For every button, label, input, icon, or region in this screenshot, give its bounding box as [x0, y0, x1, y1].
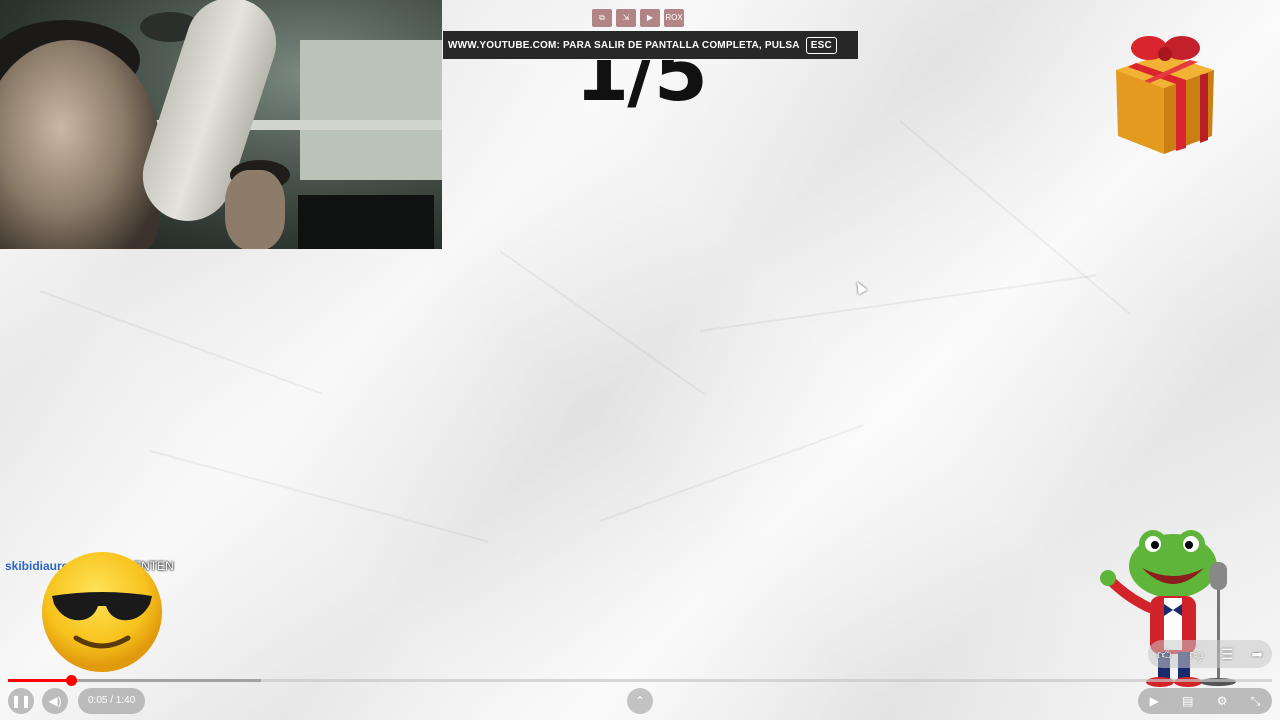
webcam-feed — [0, 0, 442, 249]
paper-crease — [599, 424, 864, 522]
pause-button[interactable]: ❚❚ — [8, 688, 34, 714]
comment-icon[interactable]: ☰ — [1221, 646, 1234, 663]
gift-icon — [1116, 36, 1214, 154]
subtitles-icon[interactable]: ▤ — [1182, 694, 1193, 708]
webcam-monitor — [298, 195, 434, 249]
exit-fullscreen-icon[interactable]: ⤡ — [1251, 694, 1261, 709]
volume-icon: ◀) — [48, 694, 62, 708]
fullscreen-notice: WWW.YOUTUBE.COM: PARA SALIR DE PANTALLA … — [443, 31, 858, 59]
sunglasses-emoji-icon — [42, 552, 162, 672]
autoplay-icon[interactable]: ▶ — [1150, 694, 1159, 708]
share-icon[interactable]: ➦ — [1251, 646, 1263, 663]
chevron-up-icon: ⌃ — [634, 694, 646, 708]
pause-icon: ❚❚ — [10, 694, 32, 708]
window-icon[interactable]: ⇲ — [616, 9, 636, 27]
paper-crease — [39, 290, 323, 395]
paper-crease — [699, 274, 1097, 332]
time-display: 0:05 / 1:40 — [78, 688, 146, 714]
right-controls: ▶ ▤ ⚙ ⤡ — [1138, 688, 1272, 714]
volume-button[interactable]: ◀) — [42, 688, 68, 714]
person-right — [225, 170, 285, 249]
progress-bar[interactable] — [8, 675, 1272, 686]
like-icon[interactable]: 👍︎ — [1157, 646, 1172, 663]
played-bar — [8, 679, 72, 682]
exit-icon[interactable]: ⧉ — [592, 9, 612, 27]
action-bar: 👍︎ 👎︎ ☰ ➦ — [1148, 640, 1272, 668]
box-label[interactable]: ROX — [664, 9, 684, 27]
fullscreen-notice-text: WWW.YOUTUBE.COM: PARA SALIR DE PANTALLA … — [448, 39, 800, 51]
settings-icon[interactable]: ⚙ — [1217, 694, 1228, 708]
expand-up-button[interactable]: ⌃ — [627, 688, 653, 714]
paper-crease — [499, 250, 706, 396]
webcam-wall — [300, 40, 442, 180]
dislike-icon[interactable]: 👎︎ — [1189, 646, 1203, 663]
fullscreen-mini-icons: ⧉ ⇲ ▶ ROX — [592, 9, 684, 27]
next-icon[interactable]: ▶ — [640, 9, 660, 27]
paper-crease — [149, 450, 489, 543]
esc-key-badge: ESC — [805, 36, 837, 54]
